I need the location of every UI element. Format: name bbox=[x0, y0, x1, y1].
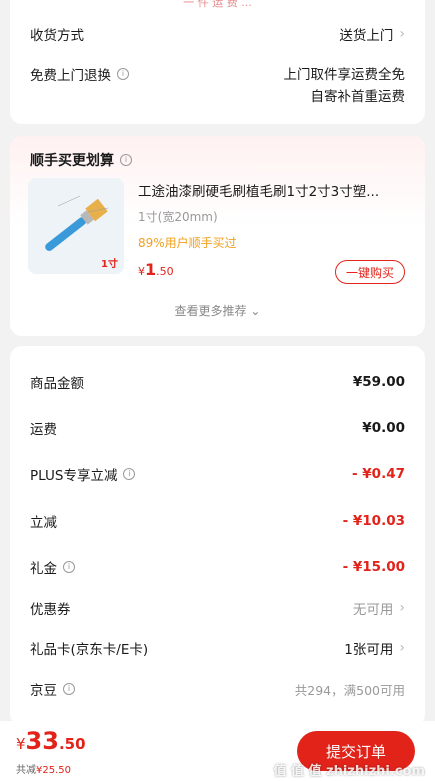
free-return-line1: 上门取件享运费全免 bbox=[283, 67, 406, 83]
more-recommend-link[interactable]: 查看更多推荐 ⌄ bbox=[10, 302, 425, 319]
free-return-row: 免费上门退换 i 上门取件享运费全免 自寄补首重运费 bbox=[30, 64, 405, 108]
chevron-down-icon: ⌄ bbox=[250, 304, 261, 318]
goods-amount-row: 商品金额 ¥59.00 bbox=[30, 372, 405, 392]
plus-discount-row: PLUS专享立减 i - ¥0.47 bbox=[30, 464, 405, 484]
shipping-row: 运费 ¥0.00 bbox=[30, 418, 405, 438]
summary-value: 共294，满500可用 bbox=[294, 682, 405, 698]
recommend-title: 顺手买更划算 bbox=[30, 153, 114, 169]
summary-value: - ¥15.00 bbox=[342, 559, 405, 575]
summary-value: - ¥0.47 bbox=[351, 466, 405, 482]
product-spec: 1寸(宽20mm) bbox=[138, 210, 218, 224]
delivery-method-value: 送货上门 bbox=[339, 28, 394, 44]
info-icon[interactable]: i bbox=[120, 154, 132, 166]
instant-discount-row: 立减 - ¥10.03 bbox=[30, 511, 405, 531]
summary-label: 优惠券 bbox=[30, 602, 71, 618]
product-thumbnail[interactable]: 1寸 bbox=[28, 178, 124, 274]
partial-header-text: 一 件 运 费 ... bbox=[183, 0, 252, 9]
info-icon[interactable]: i bbox=[117, 68, 129, 80]
watermark: 值 值 值 zhizhizhi.com bbox=[273, 764, 425, 779]
saved-amount: 共减¥25.50 bbox=[16, 765, 71, 776]
info-icon[interactable]: i bbox=[63, 561, 75, 573]
product-price: ¥1.50 bbox=[138, 260, 174, 279]
gift-card-row[interactable]: 礼品卡(京东卡/E卡) 1张可用 › bbox=[30, 638, 405, 658]
delivery-method-label: 收货方式 bbox=[30, 28, 84, 44]
summary-label: 礼金 bbox=[30, 561, 57, 577]
summary-value: ¥59.00 bbox=[352, 374, 405, 390]
coupon-row[interactable]: 优惠券 无可用 › bbox=[30, 598, 405, 618]
checkout-bar: ¥33.50 共减¥25.50 提交订单 值 值 值 zhizhizhi.com bbox=[0, 721, 435, 781]
summary-value: 无可用 bbox=[352, 602, 394, 618]
free-return-label: 免费上门退换 bbox=[30, 68, 111, 84]
recommend-card: 顺手买更划算 i 1寸 工途油漆刷硬毛刷植毛刷1寸2寸3寸塑... 1寸(宽20… bbox=[10, 136, 425, 336]
summary-label: 礼品卡(京东卡/E卡) bbox=[30, 642, 149, 658]
summary-value: ¥0.00 bbox=[362, 420, 405, 436]
summary-value: - ¥10.03 bbox=[342, 513, 405, 529]
jd-beans-row: 京豆 i 共294，满500可用 bbox=[30, 679, 405, 700]
chevron-right-icon: › bbox=[399, 26, 405, 42]
total-price: ¥33.50 bbox=[16, 727, 86, 755]
chevron-right-icon: › bbox=[399, 600, 405, 616]
delivery-method-row[interactable]: 收货方式 送货上门 › bbox=[30, 24, 405, 44]
free-return-line2: 自寄补首重运费 bbox=[310, 89, 406, 105]
summary-label: 运费 bbox=[30, 422, 57, 438]
price-summary-card: 商品金额 ¥59.00 运费 ¥0.00 PLUS专享立减 i - ¥0.47 立… bbox=[10, 346, 425, 726]
gift-money-row: 礼金 i - ¥15.00 bbox=[30, 557, 405, 577]
summary-value: 1张可用 bbox=[344, 642, 394, 658]
delivery-card: 一 件 运 费 ... 收货方式 送货上门 › 免费上门退换 i 上门取件享运费… bbox=[10, 0, 425, 124]
summary-label: PLUS专享立减 bbox=[30, 468, 118, 484]
summary-label: 商品金额 bbox=[30, 376, 84, 392]
thumb-size-tag: 1寸 bbox=[101, 259, 118, 270]
info-icon[interactable]: i bbox=[123, 468, 136, 480]
product-name[interactable]: 工途油漆刷硬毛刷植毛刷1寸2寸3寸塑... bbox=[138, 180, 405, 200]
summary-label: 京豆 bbox=[30, 683, 57, 699]
chevron-right-icon: › bbox=[399, 640, 405, 656]
summary-label: 立减 bbox=[30, 515, 57, 531]
product-promo: 89%用户顺手买过 bbox=[138, 236, 237, 250]
one-click-buy-button[interactable]: 一键购买 bbox=[335, 260, 405, 284]
info-icon[interactable]: i bbox=[63, 683, 75, 695]
